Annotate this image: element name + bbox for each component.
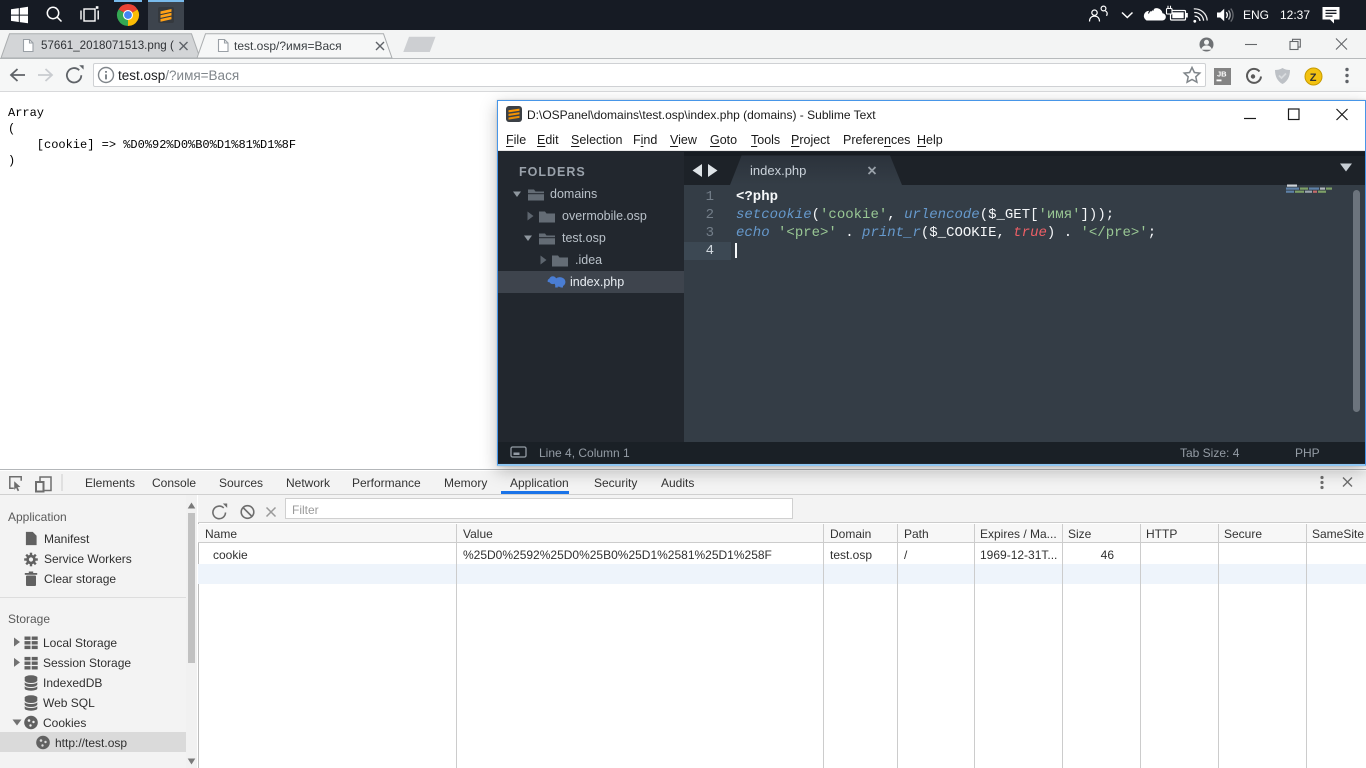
svg-text:JB: JB (1217, 70, 1227, 79)
svg-text:Z: Z (1310, 72, 1317, 84)
